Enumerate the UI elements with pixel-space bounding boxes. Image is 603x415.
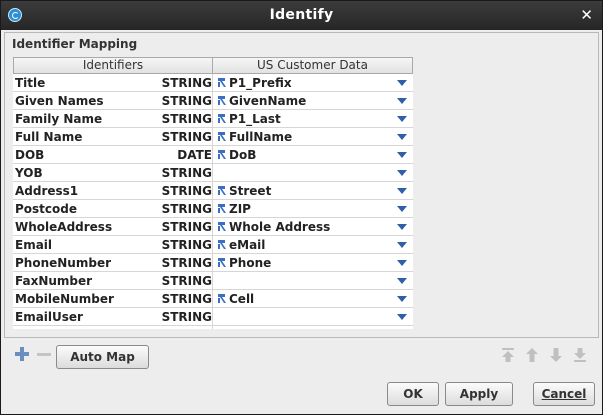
table-row[interactable]: WholeAddress STRING Whole Address — [13, 218, 413, 236]
table-row[interactable]: Address1 STRING Street — [13, 182, 413, 200]
chevron-down-icon[interactable] — [397, 296, 407, 302]
apply-button[interactable]: Apply — [445, 382, 513, 406]
identify-dialog: Identify ✕ Identifier Mapping Identifier… — [0, 0, 603, 415]
mapping-icon — [217, 203, 227, 214]
column-divider — [212, 74, 213, 329]
identifier-type: STRING — [161, 310, 212, 324]
mapped-field-value[interactable]: FullName — [229, 130, 292, 144]
chevron-down-icon[interactable] — [397, 242, 407, 248]
move-up-icon[interactable] — [525, 348, 539, 362]
table-row[interactable]: FaxNumber STRING — [13, 272, 413, 290]
close-icon[interactable]: ✕ — [580, 6, 593, 24]
window-title: Identify — [269, 7, 334, 23]
identifier-type: STRING — [161, 274, 212, 288]
cancel-button[interactable]: Cancel — [533, 382, 595, 406]
remove-icon[interactable] — [37, 353, 51, 356]
identifier-name: Full Name — [15, 130, 83, 144]
table-row[interactable]: DOB DATE DoB — [13, 146, 413, 164]
mapping-icon — [217, 221, 227, 232]
chevron-down-icon[interactable] — [397, 224, 407, 230]
identifier-name: EmailUser — [15, 310, 83, 324]
identifier-type: STRING — [161, 220, 212, 234]
identifier-type: STRING — [161, 166, 212, 180]
chevron-down-icon[interactable] — [397, 98, 407, 104]
identifier-type: STRING — [161, 130, 212, 144]
identifier-name: YOB — [15, 166, 43, 180]
mapping-table: Identifiers US Customer Data Title STRING… — [13, 57, 413, 329]
mapped-field-value[interactable]: ZIP — [229, 202, 251, 216]
chevron-down-icon[interactable] — [397, 206, 407, 212]
chevron-down-icon[interactable] — [397, 278, 407, 284]
mapped-field-value[interactable]: DoB — [229, 148, 256, 162]
chevron-down-icon[interactable] — [397, 152, 407, 158]
mapped-field-value[interactable]: Phone — [229, 256, 271, 270]
identifier-name: MobileNumber — [15, 292, 114, 306]
mapping-icon — [217, 95, 227, 106]
identifier-type: STRING — [161, 94, 212, 108]
column-header-identifiers[interactable]: Identifiers — [13, 57, 213, 74]
mapping-icon — [217, 257, 227, 268]
mapped-field-value[interactable]: P1_Last — [229, 112, 281, 126]
add-icon[interactable] — [15, 347, 29, 361]
panel-title: Identifier Mapping — [12, 37, 138, 51]
table-row[interactable]: Email STRING eMail — [13, 236, 413, 254]
chevron-down-icon[interactable] — [397, 260, 407, 266]
mapping-icon — [217, 185, 227, 196]
mapping-icon — [217, 149, 227, 160]
mapped-field-value[interactable]: Street — [229, 184, 271, 198]
chevron-down-icon[interactable] — [397, 80, 407, 86]
mapping-icon — [217, 131, 227, 142]
table-row[interactable]: Postcode STRING ZIP — [13, 200, 413, 218]
identifier-type: DATE — [177, 148, 212, 162]
identifier-type: STRING — [161, 238, 212, 252]
table-row[interactable]: PhoneNumber STRING Phone — [13, 254, 413, 272]
table-row[interactable]: MobileNumber STRING Cell — [13, 290, 413, 308]
table-row[interactable]: YOB STRING — [13, 164, 413, 182]
move-bottom-icon[interactable] — [573, 348, 587, 362]
identifier-type: STRING — [161, 202, 212, 216]
identifier-type: STRING — [161, 112, 212, 126]
chevron-down-icon[interactable] — [397, 134, 407, 140]
identifier-name: FaxNumber — [15, 274, 93, 288]
identifier-name: Given Names — [15, 94, 104, 108]
chevron-down-icon[interactable] — [397, 188, 407, 194]
mapping-icon — [217, 239, 227, 250]
table-row[interactable]: Given Names STRING GivenName — [13, 92, 413, 110]
mapped-field-value[interactable]: Cell — [229, 292, 254, 306]
table-row[interactable]: Title STRING P1_Prefix — [13, 74, 413, 92]
identifier-mapping-panel: Identifier Mapping Identifiers US Custom… — [4, 32, 599, 338]
chevron-down-icon[interactable] — [397, 116, 407, 122]
identifier-name: Address1 — [15, 184, 79, 198]
mapping-icon — [217, 77, 227, 88]
chevron-down-icon[interactable] — [397, 170, 407, 176]
mapped-field-value[interactable]: eMail — [229, 238, 265, 252]
table-row[interactable]: EmailUser STRING — [13, 308, 413, 326]
mapped-field-value[interactable]: Whole Address — [229, 220, 330, 234]
table-row[interactable]: Full Name STRING FullName — [13, 128, 413, 146]
move-top-icon[interactable] — [501, 348, 515, 362]
identifier-name: Title — [15, 76, 46, 90]
identifier-name: PhoneNumber — [15, 256, 111, 270]
table-row[interactable]: Family Name STRING P1_Last — [13, 110, 413, 128]
identifier-name: Family Name — [15, 112, 103, 126]
mapped-field-value[interactable]: P1_Prefix — [229, 76, 292, 90]
title-bar[interactable]: Identify ✕ — [1, 1, 602, 30]
identifier-name: DOB — [15, 148, 45, 162]
identifier-type: STRING — [161, 76, 212, 90]
identifier-type: STRING — [161, 256, 212, 270]
identifier-name: Postcode — [15, 202, 78, 216]
chevron-down-icon[interactable] — [397, 314, 407, 320]
mapped-field-value[interactable]: GivenName — [229, 94, 306, 108]
column-header-source[interactable]: US Customer Data — [212, 57, 413, 74]
ok-button[interactable]: OK — [387, 382, 439, 406]
identifier-type: STRING — [161, 292, 212, 306]
identifier-name: Email — [15, 238, 53, 252]
auto-map-button[interactable]: Auto Map — [56, 345, 149, 369]
mapping-icon — [217, 113, 227, 124]
identifier-name: WholeAddress — [15, 220, 113, 234]
move-down-icon[interactable] — [549, 348, 563, 362]
mapping-icon — [217, 293, 227, 304]
identifier-type: STRING — [161, 184, 212, 198]
